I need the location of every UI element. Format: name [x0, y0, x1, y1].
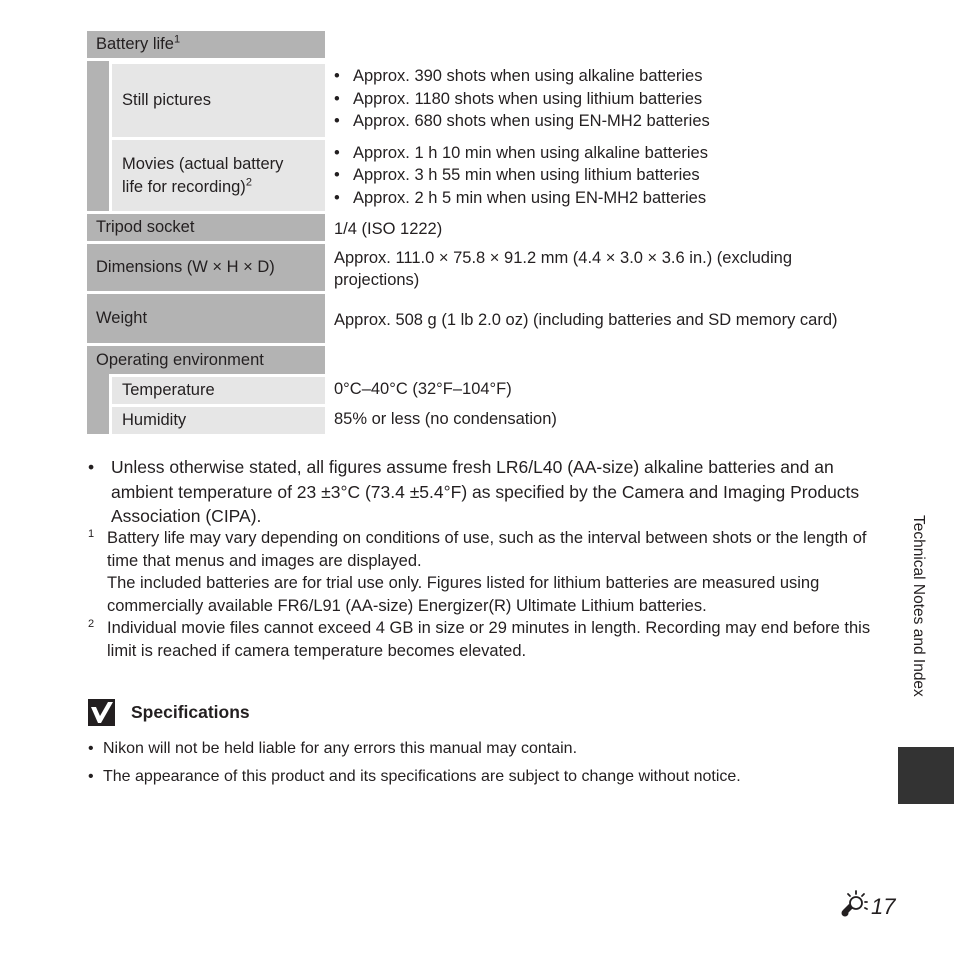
callout-title: Specifications — [131, 701, 250, 722]
lightbulb-icon — [839, 890, 869, 923]
dimensions-row: Dimensions (W × H × D) Approx. 111.0 × 7… — [87, 244, 874, 294]
movies-value: Approx. 1 h 10 min when using alkaline b… — [325, 137, 874, 214]
temperature-row: Temperature 0°C–40°C (32°F–104°F) — [87, 374, 874, 404]
section-tab-marker[interactable] — [898, 747, 954, 804]
movies-label: Movies (actual battery life for recording… — [109, 137, 325, 214]
humidity-label: Humidity — [109, 404, 325, 434]
list-item: Nikon will not be held liable for any er… — [88, 735, 848, 763]
bullet-icon: • — [88, 457, 95, 477]
temperature-label: Temperature — [109, 374, 325, 404]
specifications-callout: Specifications Nikon will not be held li… — [88, 697, 848, 791]
weight-label: Weight — [87, 294, 325, 346]
footnotes: 1 Battery life may vary depending on con… — [88, 527, 878, 662]
battery-life-row: Battery life1 — [87, 31, 874, 61]
tripod-socket-row: Tripod socket 1/4 (ISO 1222) — [87, 214, 874, 244]
temperature-value: 0°C–40°C (32°F–104°F) — [334, 380, 512, 398]
still-pictures-value: Approx. 390 shots when using alkaline ba… — [325, 61, 874, 137]
section-tab-label: Technical Notes and Index — [910, 515, 927, 697]
dimensions-value: Approx. 111.0 × 75.8 × 91.2 mm (4.4 × 3.… — [334, 249, 792, 289]
still-pictures-label: Still pictures — [109, 61, 325, 137]
page-number: 17 — [839, 890, 895, 923]
list-item: Approx. 3 h 55 min when using lithium ba… — [334, 164, 874, 187]
list-item: Approx. 1180 shots when using lithium ba… — [334, 88, 874, 111]
list-item: The appearance of this product and its s… — [88, 763, 848, 791]
list-item: Approx. 1 h 10 min when using alkaline b… — [334, 142, 874, 165]
humidity-row: Humidity 85% or less (no condensation) — [87, 404, 874, 434]
footnote-1: 1 Battery life may vary depending on con… — [88, 528, 867, 615]
footnote-ref: 2 — [245, 176, 252, 188]
footnote-ref: 1 — [173, 33, 181, 46]
check-icon — [88, 698, 115, 726]
battery-life-label: Battery life1 — [87, 31, 325, 61]
list-item: Approx. 2 h 5 min when using EN-MH2 batt… — [334, 187, 874, 210]
tripod-socket-value: 1/4 (ISO 1222) — [334, 220, 443, 238]
movies-row: Movies (actual battery life for recording… — [87, 137, 874, 214]
specifications-table: Battery life1 Still pictures Approx. 390… — [87, 31, 874, 434]
note-bullet: • Unless otherwise stated, all figures a… — [88, 457, 860, 526]
weight-row: Weight Approx. 508 g (1 lb 2.0 oz) (incl… — [87, 294, 874, 346]
footnote-2: 2 Individual movie files cannot exceed 4… — [88, 618, 871, 660]
operating-environment-label: Operating environment — [87, 346, 325, 374]
tripod-socket-label: Tripod socket — [87, 214, 325, 244]
list-item: Approx. 680 shots when using EN-MH2 batt… — [334, 110, 874, 133]
humidity-value: 85% or less (no condensation) — [334, 410, 557, 428]
dimensions-label: Dimensions (W × H × D) — [87, 244, 325, 294]
operating-environment-row: Operating environment — [87, 346, 874, 374]
still-pictures-row: Still pictures Approx. 390 shots when us… — [87, 61, 874, 137]
notes-section: • Unless otherwise stated, all figures a… — [88, 455, 878, 529]
weight-value: Approx. 508 g (1 lb 2.0 oz) (including b… — [334, 311, 838, 329]
list-item: Approx. 390 shots when using alkaline ba… — [334, 65, 874, 88]
